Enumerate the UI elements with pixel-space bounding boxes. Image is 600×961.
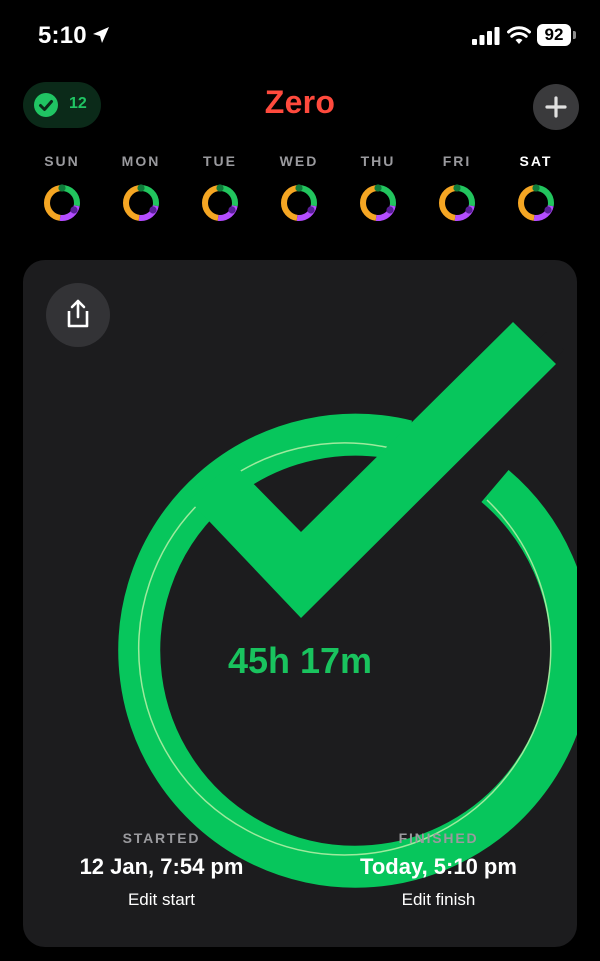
day-sat[interactable]: SAT bbox=[496, 152, 576, 222]
started-value: 12 Jan, 7:54 pm bbox=[79, 854, 244, 879]
finished-value: Today, 5:10 pm bbox=[360, 854, 517, 879]
status-time: 5:10 bbox=[38, 22, 87, 49]
day-label: THU bbox=[360, 153, 396, 169]
day-ring-icon bbox=[44, 184, 80, 221]
battery-level: 92 bbox=[537, 24, 571, 46]
day-thu[interactable]: THU bbox=[338, 152, 418, 222]
day-label: FRI bbox=[442, 153, 472, 169]
plus-icon bbox=[545, 96, 567, 118]
battery-indicator: 92 bbox=[537, 24, 577, 46]
wifi-icon bbox=[507, 26, 531, 44]
share-icon bbox=[67, 299, 89, 328]
day-wed[interactable]: WED bbox=[259, 152, 339, 222]
finished-label: FINISHED bbox=[398, 830, 479, 846]
day-ring-icon bbox=[360, 184, 396, 221]
app-title: Zero bbox=[264, 84, 336, 120]
share-button[interactable] bbox=[46, 283, 110, 347]
day-label: TUE bbox=[203, 153, 237, 169]
status-bar: 5:10 92 bbox=[0, 0, 600, 72]
battery-nub bbox=[573, 31, 576, 39]
fast-card: 45h 17m STARTED 12 Jan, 7:54 pm Edit sta… bbox=[23, 260, 577, 947]
day-ring-icon bbox=[123, 184, 159, 221]
started-section: STARTED 12 Jan, 7:54 pm Edit start bbox=[23, 830, 300, 910]
elapsed-time: 45h 17m bbox=[227, 640, 373, 681]
edit-finish-button[interactable]: Edit finish bbox=[300, 890, 577, 910]
cellular-signal-icon bbox=[472, 27, 500, 45]
started-label: STARTED bbox=[122, 830, 201, 846]
day-label: WED bbox=[279, 153, 319, 169]
day-label: SUN bbox=[44, 153, 80, 169]
day-fri[interactable]: FRI bbox=[417, 152, 497, 222]
day-ring-icon bbox=[439, 184, 475, 221]
edit-start-button[interactable]: Edit start bbox=[23, 890, 300, 910]
day-ring-icon bbox=[202, 184, 238, 221]
finished-section: FINISHED Today, 5:10 pm Edit finish bbox=[300, 830, 577, 910]
day-label: MON bbox=[121, 153, 161, 169]
day-mon[interactable]: MON bbox=[101, 152, 181, 222]
day-ring-icon bbox=[281, 184, 317, 221]
week-strip: SUN MON TUE WED THU FRI SAT bbox=[22, 152, 578, 232]
add-button[interactable] bbox=[533, 84, 579, 130]
day-tue[interactable]: TUE bbox=[180, 152, 260, 222]
day-label: SAT bbox=[519, 153, 553, 169]
day-sun[interactable]: SUN bbox=[22, 152, 102, 222]
day-ring-icon bbox=[518, 184, 554, 221]
location-arrow-icon bbox=[93, 27, 109, 43]
